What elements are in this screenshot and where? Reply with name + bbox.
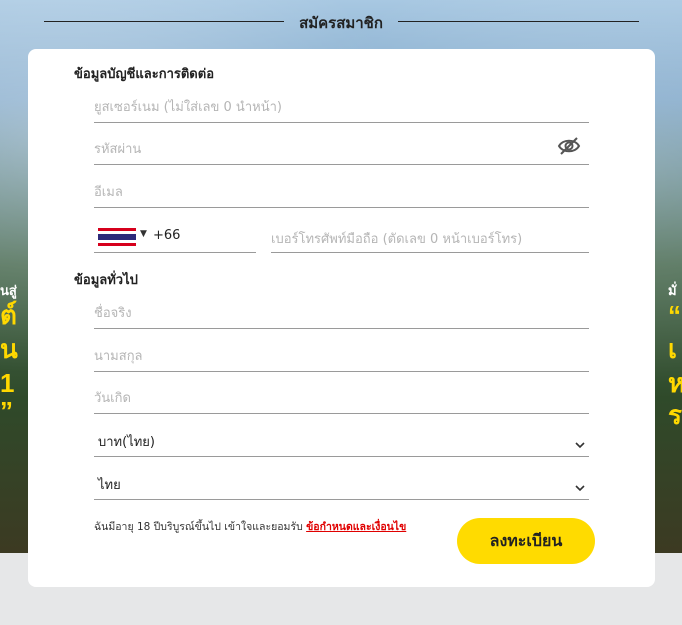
phone-number-field[interactable]: เบอร์โทรศัพท์มือถือ (ตัดเลข 0 หน้าเบอร์โ… (271, 222, 589, 253)
password-field[interactable]: รหัสผ่าน (94, 132, 589, 165)
header-divider-left (44, 21, 284, 22)
lastname-field[interactable]: นามสกุล (94, 339, 589, 372)
chevron-down-icon (575, 477, 585, 492)
registration-form-card: ข้อมูลบัญชีและการติดต่อ ยูสเซอร์เนม (ไม่… (28, 49, 655, 587)
country-code-selector[interactable]: ▼ +66 (94, 222, 256, 253)
phone-placeholder: เบอร์โทรศัพท์มือถือ (ตัดเลข 0 หน้าเบอร์โ… (271, 232, 523, 247)
password-placeholder: รหัสผ่าน (94, 142, 142, 157)
page-title: สมัครสมาชิก (299, 15, 383, 32)
caret-down-icon: ▼ (140, 229, 147, 239)
birthdate-placeholder: วันเกิด (94, 391, 131, 406)
username-field[interactable]: ยูสเซอร์เนม (ไม่ใส่เลข 0 นำหน้า) (94, 90, 589, 123)
right-promo-line-3: ห (668, 368, 682, 398)
terms-statement: ฉันมีอายุ 18 ปีบริบูรณ์ขึ้นไป เข้าใจและย… (94, 518, 406, 535)
lastname-placeholder: นามสกุล (94, 349, 143, 364)
birthdate-field[interactable]: วันเกิด (94, 381, 589, 414)
terms-text: ฉันมีอายุ 18 ปีบริบูรณ์ขึ้นไป เข้าใจและย… (94, 521, 303, 533)
terms-link[interactable]: ข้อกำหนดและเงื่อนไข (306, 521, 406, 533)
right-promo-line-4: ร (668, 400, 682, 430)
language-value: ไทย (98, 478, 121, 493)
firstname-placeholder: ชื่อจริง (94, 306, 132, 321)
eye-off-icon[interactable] (557, 135, 581, 157)
right-promo-line-2: เ (668, 334, 677, 364)
currency-select[interactable]: บาท(ไทย) (94, 424, 589, 457)
register-button[interactable]: ลงทะเบียน (457, 518, 595, 564)
left-promo-line-2: น (0, 334, 18, 364)
email-field[interactable]: อีเมล (94, 175, 589, 208)
left-promo-line-1: ต์ (0, 300, 17, 330)
chevron-down-icon (575, 434, 585, 449)
right-promo-line-1: “ (668, 300, 681, 330)
thailand-flag-icon (98, 228, 136, 246)
email-placeholder: อีเมล (94, 185, 123, 200)
header-divider-right (398, 21, 639, 22)
left-promo-line-4: ” (0, 396, 13, 426)
account-section-title: ข้อมูลบัญชีและการติดต่อ (74, 67, 214, 82)
username-placeholder: ยูสเซอร์เนม (ไม่ใส่เลข 0 นำหน้า) (94, 100, 282, 115)
country-code-value: +66 (153, 228, 181, 243)
general-section-title: ข้อมูลทั่วไป (74, 273, 138, 288)
language-select[interactable]: ไทย (94, 467, 589, 500)
firstname-field[interactable]: ชื่อจริง (94, 296, 589, 329)
currency-value: บาท(ไทย) (98, 435, 155, 450)
